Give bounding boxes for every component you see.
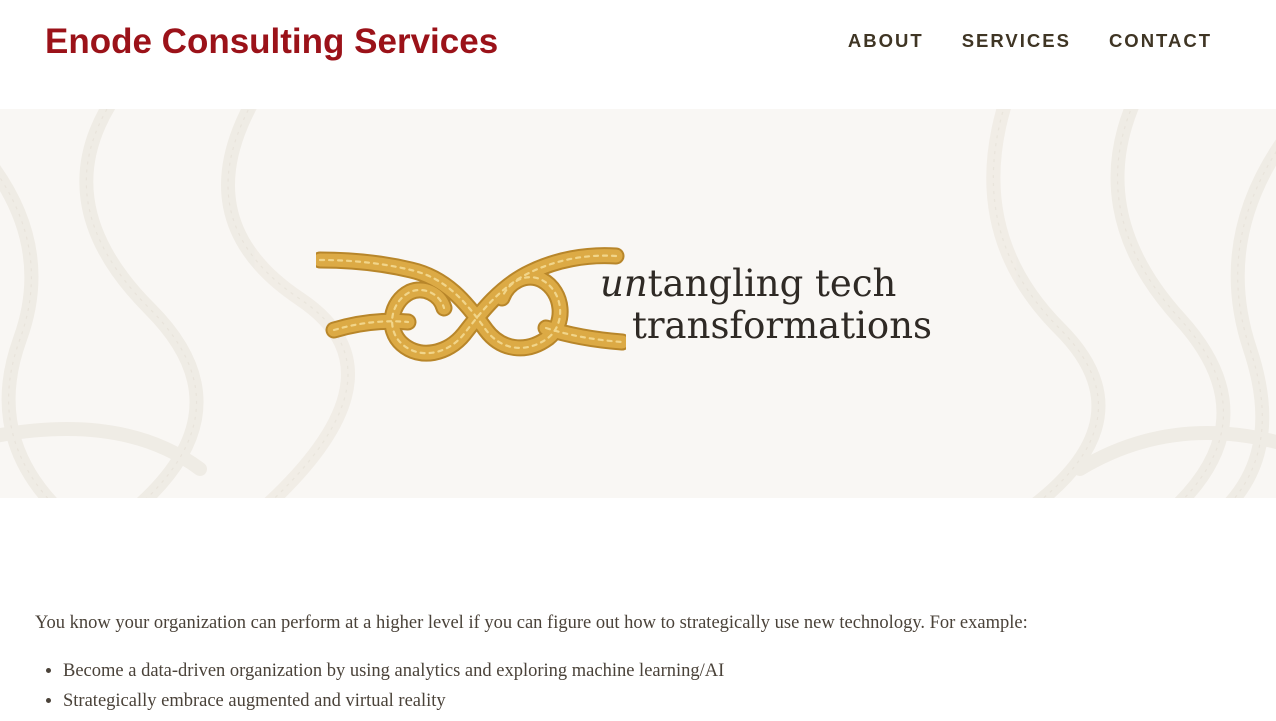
hero-tagline-line-1: untangling tech: [600, 263, 932, 305]
intro-paragraph: You know your organization can perform a…: [35, 613, 1028, 633]
main-nav: ABOUT SERVICES CONTACT: [848, 30, 1212, 52]
rope-knot-icon: [316, 247, 626, 362]
main-content: You know your organization can perform a…: [35, 610, 1235, 716]
nav-contact-link[interactable]: CONTACT: [1109, 30, 1212, 52]
hero-tagline-line-1-text: tangling tech: [647, 262, 897, 305]
list-item: Strategically embrace augmented and virt…: [63, 686, 1235, 716]
hero-tagline-line-2: transformations: [632, 304, 933, 347]
hero-tagline: untangling tech transformations: [600, 263, 932, 347]
nav-services-link[interactable]: SERVICES: [962, 30, 1071, 52]
nav-about-link[interactable]: ABOUT: [848, 30, 924, 52]
list-item: Become a data-driven organization by usi…: [63, 656, 1235, 686]
hero-tagline-emphasis: un: [600, 262, 648, 305]
site-title-link[interactable]: Enode Consulting Services: [45, 21, 498, 63]
hero-banner: untangling tech transformations: [0, 109, 1276, 498]
site-header: Enode Consulting Services ABOUT SERVICES…: [0, 0, 1276, 109]
examples-list: Become a data-driven organization by usi…: [35, 656, 1235, 716]
